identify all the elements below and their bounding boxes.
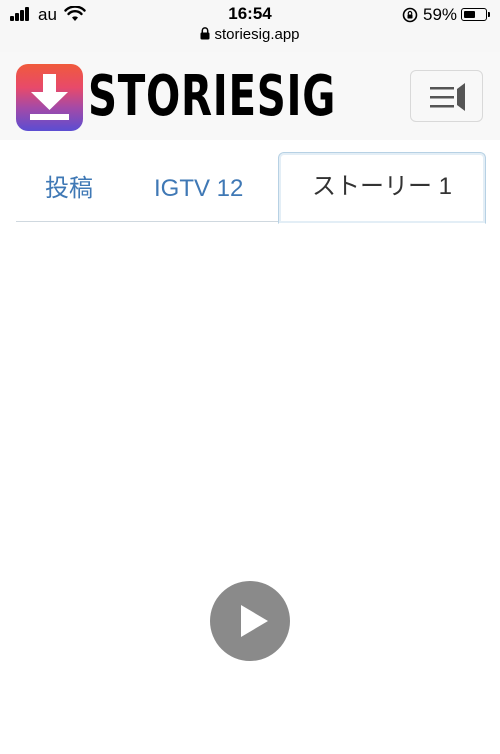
tab-posts[interactable]: 投稿 bbox=[45, 158, 93, 220]
address-bar[interactable]: storiesig.app bbox=[0, 26, 500, 43]
url-text: storiesig.app bbox=[214, 26, 300, 43]
battery-fill bbox=[463, 10, 476, 18]
play-button[interactable] bbox=[210, 581, 290, 661]
tab-igtv[interactable]: IGTV 12 bbox=[154, 158, 243, 220]
rotation-lock-icon bbox=[402, 7, 418, 23]
lock-icon bbox=[200, 27, 210, 40]
site-header: STORIESIG bbox=[0, 52, 500, 140]
download-logo-icon[interactable] bbox=[16, 64, 83, 131]
status-row: au 16:54 59% bbox=[0, 4, 500, 26]
battery-percent: 59% bbox=[423, 5, 458, 24]
menu-icon bbox=[430, 83, 465, 111]
battery-cap bbox=[488, 12, 490, 17]
menu-button[interactable] bbox=[410, 70, 483, 122]
play-icon bbox=[241, 605, 268, 637]
tab-stories[interactable]: ストーリー 1 bbox=[278, 152, 486, 224]
content-tabs: 投稿 IGTV 12 ストーリー 1 bbox=[16, 152, 486, 224]
site-logo-text[interactable]: STORIESIG bbox=[88, 64, 336, 130]
status-bar: au 16:54 59% storiesig.app bbox=[0, 0, 500, 52]
battery-icon bbox=[461, 8, 487, 21]
download-arrow-icon bbox=[30, 74, 69, 120]
